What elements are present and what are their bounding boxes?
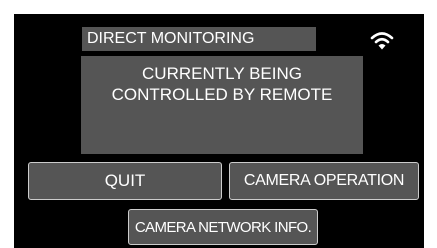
status-message-line-1: CURRENTLY BEING: [142, 64, 302, 83]
wifi-icon: [370, 32, 394, 50]
screen-title: DIRECT MONITORING: [82, 27, 316, 51]
camera-operation-button[interactable]: CAMERA OPERATION: [229, 162, 419, 200]
quit-button[interactable]: QUIT: [28, 162, 222, 200]
status-message-line-2: CONTROLLED BY REMOTE: [111, 85, 333, 104]
status-message: CURRENTLY BEING CONTROLLED BY REMOTE: [81, 56, 363, 154]
camera-network-info-button[interactable]: CAMERA NETWORK INFO.: [128, 209, 318, 245]
